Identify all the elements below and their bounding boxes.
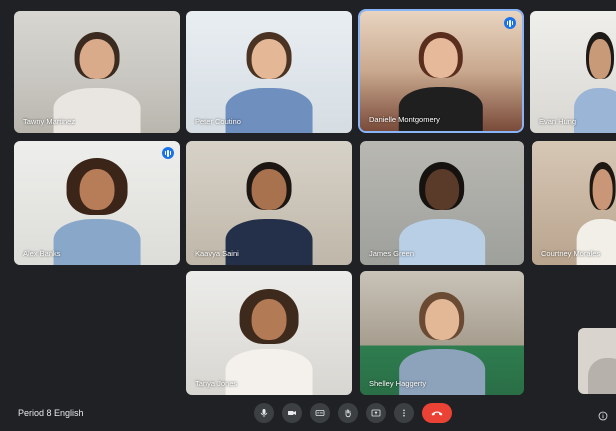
participant-name: Danielle Montgomery bbox=[369, 115, 440, 124]
participant-tile[interactable]: Tanya Jones bbox=[186, 271, 352, 395]
participant-tile[interactable]: Danielle Montgomery bbox=[360, 11, 522, 131]
participant-tile[interactable]: Shelley Haggerty bbox=[360, 271, 524, 395]
meeting-stage: Tawny Martinez Peter Coutino Danielle Mo… bbox=[0, 0, 616, 431]
participant-tile[interactable]: Courtney Morales bbox=[532, 141, 616, 265]
participant-tile[interactable]: Evan Hung bbox=[530, 11, 616, 133]
self-view-tile[interactable] bbox=[578, 328, 616, 394]
microphone-icon[interactable] bbox=[254, 403, 274, 423]
participant-name: Tawny Martinez bbox=[23, 117, 76, 126]
participant-tile[interactable]: James Green bbox=[360, 141, 524, 265]
camera-icon[interactable] bbox=[282, 403, 302, 423]
present-screen-icon[interactable] bbox=[366, 403, 386, 423]
more-options-icon[interactable] bbox=[394, 403, 414, 423]
meeting-toolbar: Period 8 English bbox=[0, 395, 616, 431]
participant-name: Shelley Haggerty bbox=[369, 379, 427, 388]
meeting-title: Period 8 English bbox=[18, 408, 84, 418]
info-icon[interactable] bbox=[598, 408, 608, 421]
participant-tile[interactable]: Peter Coutino bbox=[186, 11, 352, 133]
call-controls bbox=[254, 403, 452, 423]
participant-name: Kaavya Saini bbox=[195, 249, 239, 258]
participant-name: James Green bbox=[369, 249, 415, 258]
participant-tile[interactable]: Tawny Martinez bbox=[14, 11, 180, 133]
participant-name: Evan Hung bbox=[539, 117, 577, 126]
captions-icon[interactable] bbox=[310, 403, 330, 423]
participant-name: Courtney Morales bbox=[541, 249, 601, 258]
raise-hand-icon[interactable] bbox=[338, 403, 358, 423]
participant-name: Alex Banks bbox=[23, 249, 61, 258]
participant-name: Peter Coutino bbox=[195, 117, 241, 126]
end-call-icon[interactable] bbox=[422, 403, 452, 423]
speaking-indicator-icon bbox=[162, 147, 174, 159]
participant-tile[interactable]: Kaavya Saini bbox=[186, 141, 352, 265]
participant-tile[interactable]: Alex Banks bbox=[14, 141, 180, 265]
speaking-indicator-icon bbox=[504, 17, 516, 29]
participant-name: Tanya Jones bbox=[195, 379, 238, 388]
